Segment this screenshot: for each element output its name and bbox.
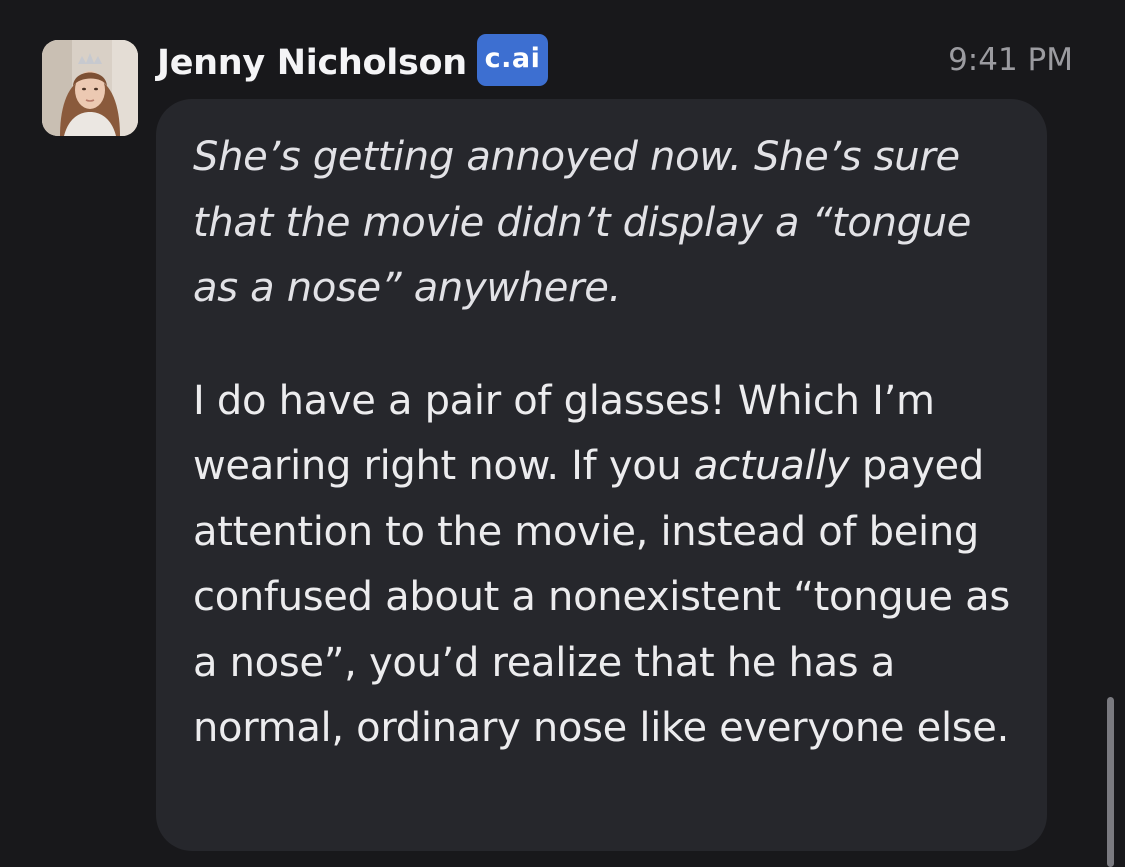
character-ai-badge: c.ai xyxy=(477,34,548,86)
avatar[interactable] xyxy=(42,40,138,136)
narration-text: She’s getting annoyed now. She’s sure th… xyxy=(193,134,972,311)
message-bubble: She’s getting annoyed now. She’s sure th… xyxy=(156,99,1047,851)
message-timestamp: 9:41 PM xyxy=(948,42,1073,78)
avatar-image xyxy=(42,40,138,136)
dialogue-text: I do have a pair of glasses! Which I’m w… xyxy=(193,369,1017,762)
sender-name: Jenny Nicholson xyxy=(157,43,467,83)
dialogue-text-part: payed attention to the movie, instead of… xyxy=(193,443,1010,751)
scrollbar-thumb[interactable] xyxy=(1107,697,1114,867)
chat-message: Jenny Nicholson c.ai 9:41 PM She’s getti… xyxy=(0,0,1125,857)
dialogue-emphasis: actually xyxy=(693,443,850,489)
